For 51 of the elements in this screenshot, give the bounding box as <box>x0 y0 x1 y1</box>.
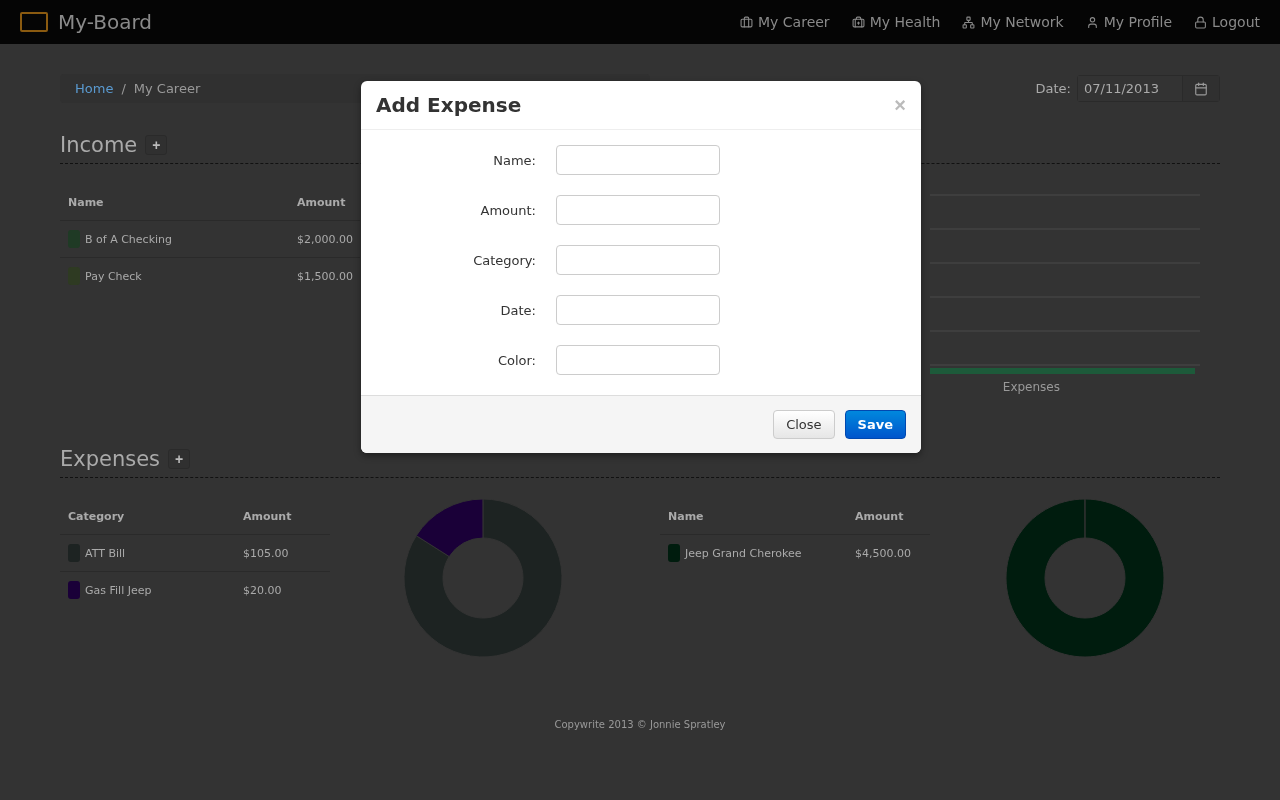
table-cell-text: $2,000.00 <box>297 232 354 246</box>
field-label: Category: <box>472 252 536 268</box>
nav-link[interactable]: My Career <box>740 14 830 30</box>
add-button[interactable]: + <box>168 449 191 469</box>
table-cell: ATT Bill <box>85 546 126 560</box>
column-header: Amount <box>855 509 905 523</box>
column-header: Amount <box>297 195 347 209</box>
table-cell: Jeep Grand Cherokee <box>685 546 802 560</box>
table-cell-text: $20.00 <box>243 583 283 597</box>
input-field[interactable] <box>556 245 720 275</box>
table-cell: Gas Fill Jeep <box>85 583 152 597</box>
medical-case-icon <box>851 15 865 29</box>
section-title: Expenses <box>60 447 161 471</box>
table-cell-text: $4,500.00 <box>855 546 912 560</box>
lock-icon <box>1194 15 1208 29</box>
column-header: Amount <box>243 509 293 523</box>
breadcrumb-item: / <box>121 81 126 96</box>
section-title: Income <box>60 133 138 157</box>
close-button[interactable]: Close <box>773 410 835 439</box>
table-cell: Pay Check <box>85 269 142 283</box>
table-cell-text: $1,500.00 <box>297 269 354 283</box>
field-label: Date: <box>499 302 536 318</box>
brand-name[interactable]: My-Board <box>58 10 153 34</box>
input-field[interactable] <box>556 145 720 175</box>
briefcase-icon <box>740 15 753 29</box>
nav-link[interactable]: My Profile <box>1085 14 1173 30</box>
column-header: Name <box>68 195 105 209</box>
nav-link[interactable]: Logout <box>1194 14 1260 30</box>
field-label: Name: <box>492 152 536 168</box>
logo-icon <box>20 12 48 32</box>
field-label: Color: <box>496 352 536 368</box>
save-button[interactable]: Save <box>844 410 906 439</box>
user-icon <box>1085 15 1099 29</box>
breadcrumb-link[interactable]: Home <box>75 81 114 96</box>
modal-title: Add Expense <box>376 93 522 117</box>
input-field[interactable] <box>556 195 720 225</box>
field-label: Amount: <box>479 202 536 218</box>
table-cell-text: $105.00 <box>243 546 290 560</box>
add-button[interactable]: + <box>145 135 168 155</box>
input-field[interactable] <box>556 295 720 325</box>
network-icon <box>962 15 976 29</box>
date-label: Date: <box>1035 81 1071 96</box>
input-field[interactable] <box>556 345 720 375</box>
nav-link[interactable]: My Health <box>851 14 941 30</box>
axis-label: Expenses <box>1002 380 1060 394</box>
nav-link[interactable]: My Network <box>962 14 1064 30</box>
column-header: Name <box>668 509 705 523</box>
table-cell: B of A Checking <box>85 232 172 246</box>
column-header: Category <box>68 509 126 523</box>
breadcrumb-item: My Career <box>133 81 201 96</box>
footer-text: Copywrite 2013 © Jonnie Spratley <box>554 719 726 730</box>
